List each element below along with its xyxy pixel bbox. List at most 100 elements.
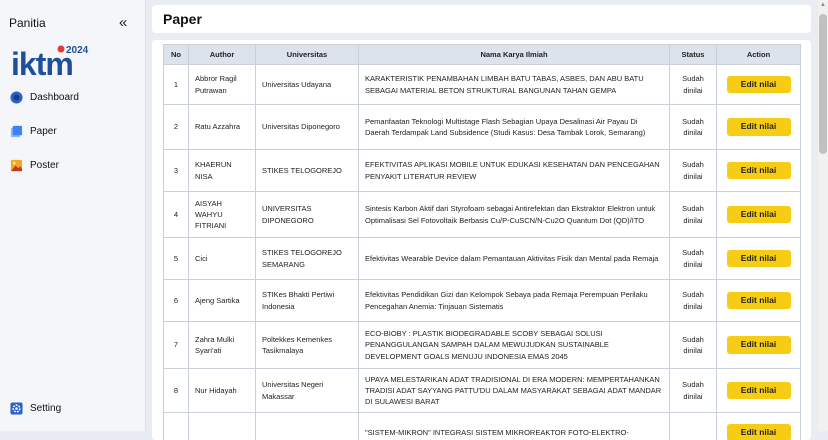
cell-title: UPAYA MELESTARIKAN ADAT TRADISIONAL DI E… xyxy=(359,369,670,413)
col-status: Status xyxy=(670,45,717,65)
scroll-thumb[interactable] xyxy=(819,14,827,154)
cell-no: 5 xyxy=(164,238,189,280)
col-universitas: Universitas xyxy=(256,45,359,65)
cell-no: 3 xyxy=(164,150,189,192)
edit-nilai-button[interactable]: Edit nilai xyxy=(727,206,791,224)
cell-universitas: Universitas Negeri Makassar xyxy=(256,369,359,413)
cell-author: Nur Hidayah xyxy=(189,369,256,413)
cell-title: "SISTEM-MIKRON" INTEGRASI SISTEM MIKRORE… xyxy=(359,413,670,440)
cell-no: 4 xyxy=(164,192,189,238)
cell-author: Ajeng Sartika xyxy=(189,280,256,322)
sidebar-item-poster[interactable]: Poster xyxy=(10,159,59,172)
table-row: 3KHAERUN NISASTIKES TELOGOREJOEFEKTIVITA… xyxy=(164,150,801,192)
cell-author: Cici xyxy=(189,238,256,280)
iktm-logo: iktm 2024 xyxy=(11,43,91,79)
paper-table-card: No Author Universitas Nama Karya Ilmiah … xyxy=(152,40,811,440)
sidebar-brand: Panitia xyxy=(9,16,46,30)
cell-action: Edit nilai xyxy=(717,322,801,369)
cell-no: 8 xyxy=(164,369,189,413)
table-row: 2Ratu AzzahraUniversitas DiponegoroPeman… xyxy=(164,105,801,150)
cell-action: Edit nilai xyxy=(717,238,801,280)
edit-nilai-button[interactable]: Edit nilai xyxy=(727,118,791,136)
paper-table: No Author Universitas Nama Karya Ilmiah … xyxy=(163,44,801,440)
col-author: Author xyxy=(189,45,256,65)
col-action: Action xyxy=(717,45,801,65)
sidebar-item-label: Paper xyxy=(30,126,57,137)
edit-nilai-button[interactable]: Edit nilai xyxy=(727,250,791,268)
cell-author: Zahra Mulki Syari'ati xyxy=(189,322,256,369)
cell-status: Sudah dinilai xyxy=(670,105,717,150)
collapse-sidebar-icon[interactable]: « xyxy=(119,14,127,31)
cell-action: Edit nilai xyxy=(717,369,801,413)
cell-no: 6 xyxy=(164,280,189,322)
cell-no: 2 xyxy=(164,105,189,150)
page-header: Paper xyxy=(152,5,811,33)
gear-icon xyxy=(10,402,23,415)
cell-status: Sudah dinilai xyxy=(670,369,717,413)
cell-action: Edit nilai xyxy=(717,105,801,150)
cell-title: Efektivitas Pendidikan Gizi dan Kelompok… xyxy=(359,280,670,322)
cell-title: Efektivitas Wearable Device dalam Pemant… xyxy=(359,238,670,280)
sidebar-item-label: Setting xyxy=(30,403,61,414)
scroll-up-icon[interactable]: ▲ xyxy=(820,2,826,8)
paper-icon xyxy=(10,125,23,138)
cell-universitas: Poltekkes Kemenkes Tasikmalaya xyxy=(256,322,359,369)
cell-no: 7 xyxy=(164,322,189,369)
cell-universitas: STIKES TELOGOREJO xyxy=(256,150,359,192)
table-row: 8Nur HidayahUniversitas Negeri MakassarU… xyxy=(164,369,801,413)
cell-title: ECO-BIOBY : PLASTIK BIODEGRADABLE SCOBY … xyxy=(359,322,670,369)
page-title: Paper xyxy=(163,11,202,27)
edit-nilai-button[interactable]: Edit nilai xyxy=(727,162,791,180)
col-nama-karya-ilmiah: Nama Karya Ilmiah xyxy=(359,45,670,65)
cell-author: Abbror Ragil Putrawan xyxy=(189,65,256,105)
sidebar: Panitia « iktm 2024 Dashboard Paper Post… xyxy=(0,0,146,431)
table-row: 5CiciSTIKES TELOGOREJO SEMARANGEfektivit… xyxy=(164,238,801,280)
cell-universitas xyxy=(256,413,359,440)
poster-icon xyxy=(10,159,23,172)
cell-title: KARAKTERISTIK PENAMBAHAN LIMBAH BATU TAB… xyxy=(359,65,670,105)
sidebar-item-dashboard[interactable]: Dashboard xyxy=(10,91,79,104)
table-row: "SISTEM-MIKRON" INTEGRASI SISTEM MIKRORE… xyxy=(164,413,801,440)
page-scrollbar[interactable]: ▲ xyxy=(818,0,828,431)
sidebar-item-label: Poster xyxy=(30,160,59,171)
sidebar-item-paper[interactable]: Paper xyxy=(10,125,57,138)
cell-action: Edit nilai xyxy=(717,150,801,192)
edit-nilai-button[interactable]: Edit nilai xyxy=(727,382,791,400)
cell-universitas: STIKes Bhakti Pertiwi Indonesia xyxy=(256,280,359,322)
cell-status: Sudah dinilai xyxy=(670,192,717,238)
cell-author xyxy=(189,413,256,440)
cell-title: EFEKTIVITAS APLIKASI MOBILE UNTUK EDUKAS… xyxy=(359,150,670,192)
cell-action: Edit nilai xyxy=(717,192,801,238)
edit-nilai-button[interactable]: Edit nilai xyxy=(727,336,791,354)
col-no: No xyxy=(164,45,189,65)
cell-author: Ratu Azzahra xyxy=(189,105,256,150)
cell-no: 1 xyxy=(164,65,189,105)
sidebar-item-setting[interactable]: Setting xyxy=(10,402,61,415)
cell-universitas: STIKES TELOGOREJO SEMARANG xyxy=(256,238,359,280)
cell-title: Pemanfaatan Teknologi Multistage Flash S… xyxy=(359,105,670,150)
cell-action: Edit nilai xyxy=(717,280,801,322)
cell-status: Sudah dinilai xyxy=(670,322,717,369)
cell-status: Sudah dinilai xyxy=(670,150,717,192)
table-row: 6Ajeng SartikaSTIKes Bhakti Pertiwi Indo… xyxy=(164,280,801,322)
cell-action: Edit nilai xyxy=(717,413,801,440)
table-row: 4AISYAH WAHYU FITRIANIUNIVERSITAS DIPONE… xyxy=(164,192,801,238)
edit-nilai-button[interactable]: Edit nilai xyxy=(727,292,791,310)
dashboard-icon xyxy=(10,91,23,104)
cell-status: Sudah dinilai xyxy=(670,65,717,105)
cell-no xyxy=(164,413,189,440)
table-row: 1Abbror Ragil PutrawanUniversitas Udayan… xyxy=(164,65,801,105)
cell-author: KHAERUN NISA xyxy=(189,150,256,192)
cell-status: Sudah dinilai xyxy=(670,238,717,280)
edit-nilai-button[interactable]: Edit nilai xyxy=(727,76,791,94)
cell-title: Sintesis Karbon Aktif dari Styrofoam seb… xyxy=(359,192,670,238)
cell-action: Edit nilai xyxy=(717,65,801,105)
cell-universitas: Universitas Udayana xyxy=(256,65,359,105)
cell-author: AISYAH WAHYU FITRIANI xyxy=(189,192,256,238)
sidebar-item-label: Dashboard xyxy=(30,92,79,103)
cell-universitas: Universitas Diponegoro xyxy=(256,105,359,150)
table-row: 7Zahra Mulki Syari'atiPoltekkes Kemenkes… xyxy=(164,322,801,369)
edit-nilai-button[interactable]: Edit nilai xyxy=(727,424,791,440)
cell-status xyxy=(670,413,717,440)
table-header-row: No Author Universitas Nama Karya Ilmiah … xyxy=(164,45,801,65)
